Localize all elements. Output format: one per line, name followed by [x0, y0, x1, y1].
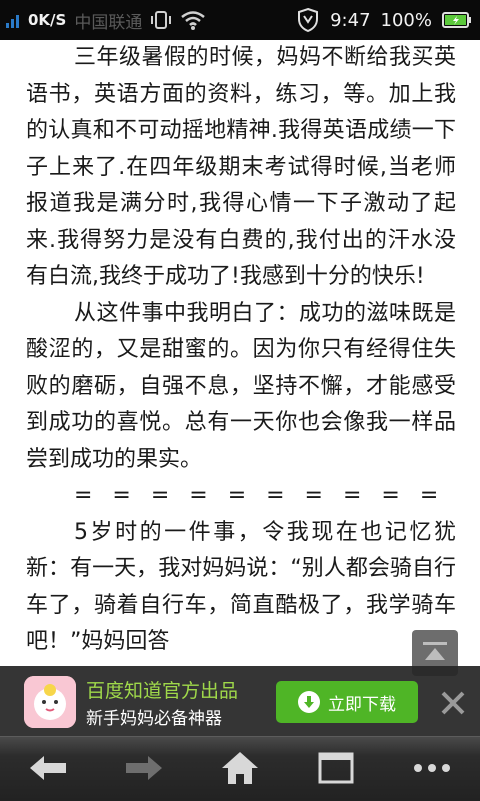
back-icon — [30, 756, 66, 780]
download-button[interactable]: 立即下载 — [276, 681, 418, 723]
menu-button[interactable] — [384, 736, 480, 800]
windows-icon — [318, 752, 354, 784]
download-label: 立即下载 — [328, 694, 396, 715]
close-icon[interactable] — [438, 688, 468, 718]
windows-button[interactable] — [288, 736, 384, 800]
ad-subtitle: 新手妈妈必备神器 — [86, 709, 222, 729]
vibrate-icon — [150, 9, 172, 31]
article-body: 三年级暑假的时候，妈妈不断给我买英语书，英语方面的资料，练习，等。加上我的认真和… — [26, 40, 456, 742]
shield-icon — [296, 7, 320, 33]
home-icon — [222, 752, 258, 784]
forward-icon — [126, 756, 162, 780]
article-separator: = = = = = = = = = = = = = = = = = = = = … — [74, 483, 456, 508]
clock: 9:47 — [330, 9, 371, 31]
article-paragraph: 5岁时的一件事，令我现在也记忆犹新：有一天，我对妈妈说：“别人都会骑自行车了，骑… — [26, 519, 456, 655]
net-speed: 0K/S — [28, 11, 67, 29]
carrier-name: 中国联通 — [74, 12, 143, 33]
wifi-icon — [180, 9, 206, 31]
forward-button[interactable] — [96, 736, 192, 800]
download-icon — [298, 691, 320, 713]
battery-level: 100% — [380, 9, 432, 31]
signal-icon — [6, 12, 20, 28]
menu-icon — [414, 764, 450, 772]
back-button[interactable] — [0, 736, 96, 800]
article-paragraph: 三年级暑假的时候，妈妈不断给我买英语书，英语方面的资料，练习，等。加上我的认真和… — [26, 45, 456, 289]
status-bar: 0K/S 中国联通 9:47 100% — [0, 0, 480, 40]
article-paragraph: 从这件事中我明白了：成功的滋味既是酸涩的，又是甜蜜的。因为你只有经得住失败的磨砺… — [26, 300, 456, 472]
battery-charging-icon — [442, 11, 472, 29]
home-button[interactable] — [192, 736, 288, 800]
ad-title: 百度知道官方出品 — [86, 680, 239, 702]
app-logo — [24, 676, 76, 728]
